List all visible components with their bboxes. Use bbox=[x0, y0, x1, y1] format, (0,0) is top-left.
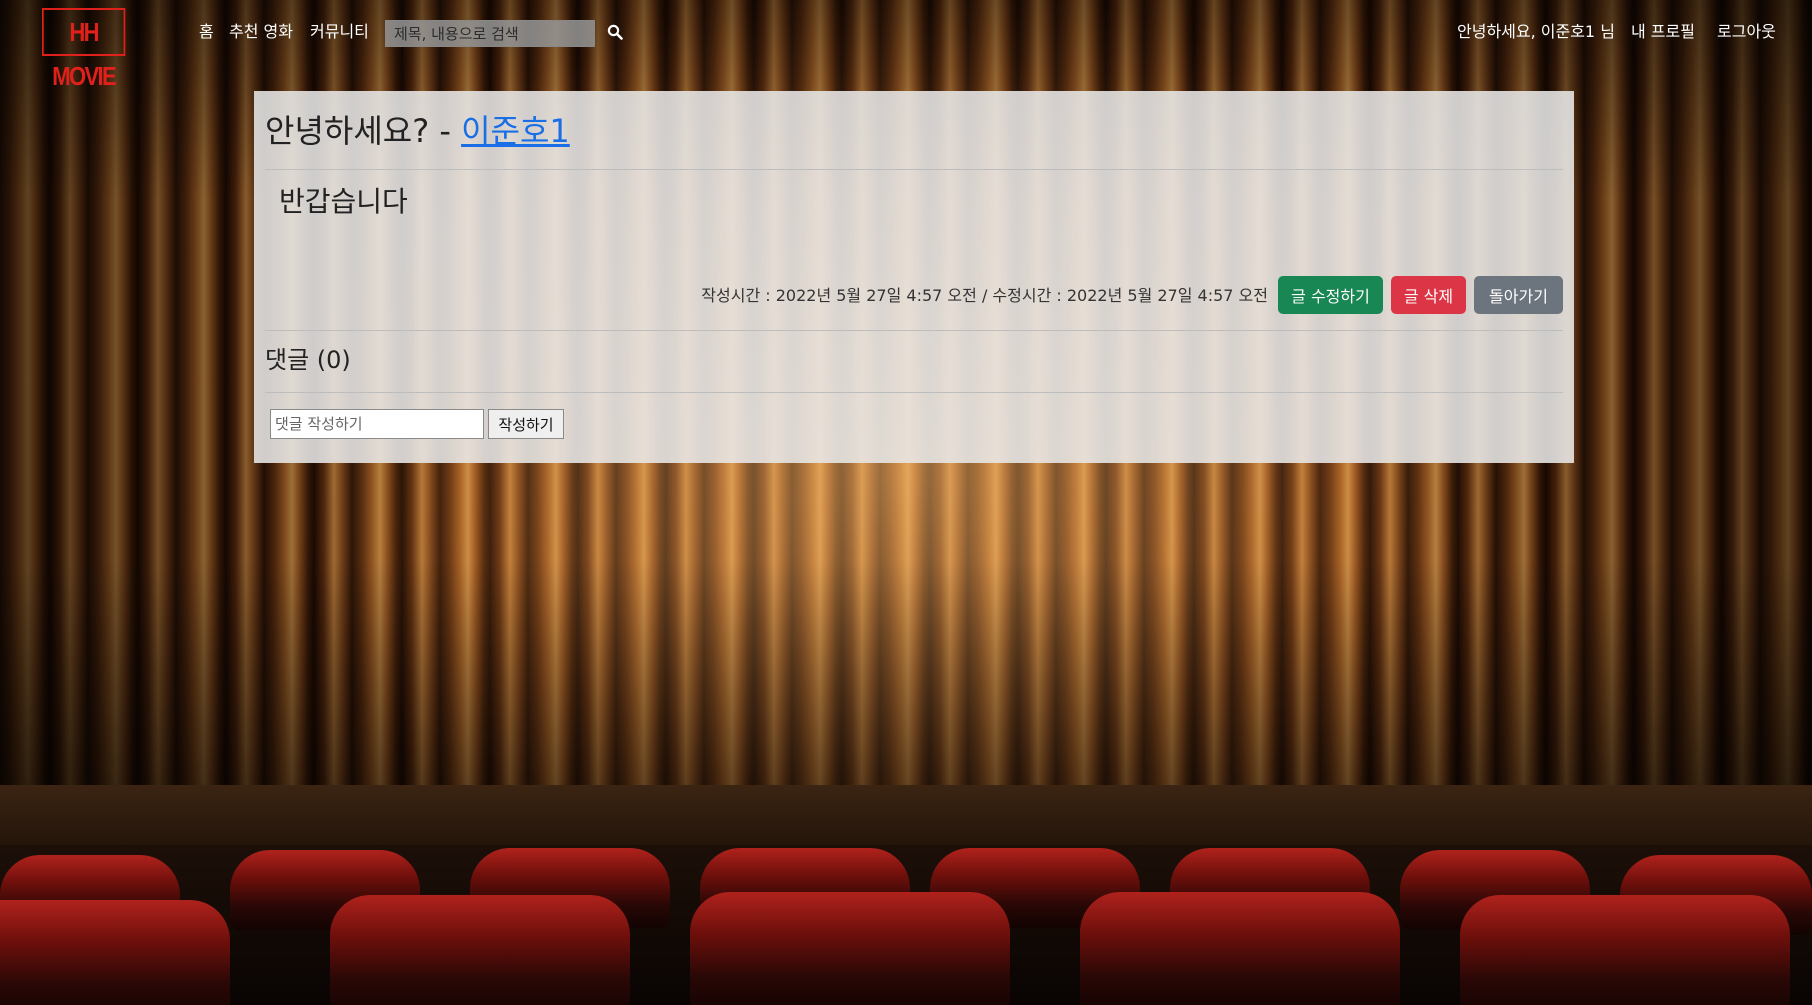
nav-recommended-link[interactable]: 추천 영화 bbox=[229, 20, 293, 44]
nav-logout-link[interactable]: 로그아웃 bbox=[1717, 20, 1776, 44]
post-detail-panel: 안녕하세요? - 이준호1 반갑습니다 작성시간 : 2022년 5월 27일 … bbox=[254, 91, 1574, 463]
seat bbox=[1460, 895, 1790, 1005]
delete-post-button[interactable]: 글 삭제 bbox=[1391, 276, 1466, 314]
comment-submit-button[interactable]: 작성하기 bbox=[488, 409, 564, 439]
back-button[interactable]: 돌아가기 bbox=[1474, 276, 1563, 314]
seat bbox=[0, 900, 230, 1005]
post-body: 반갑습니다 bbox=[279, 185, 408, 218]
top-navbar: HH MOVIE 홈 추천 영화 커뮤니티 안녕하세요, 이준호1 님 내 프로… bbox=[0, 0, 1812, 91]
post-title: 안녕하세요? - 이준호1 bbox=[265, 111, 570, 151]
brand-logo[interactable]: HH MOVIE bbox=[42, 8, 126, 91]
post-timestamps: 작성시간 : 2022년 5월 27일 4:57 오전 / 수정시간 : 202… bbox=[701, 286, 1268, 305]
stage-floor bbox=[0, 785, 1812, 845]
divider bbox=[265, 330, 1563, 331]
nav-home-link[interactable]: 홈 bbox=[199, 20, 214, 44]
user-greeting: 안녕하세요, 이준호1 님 bbox=[1457, 22, 1615, 41]
search-icon bbox=[607, 24, 623, 40]
comment-input[interactable] bbox=[270, 409, 484, 439]
nav-community-link[interactable]: 커뮤니티 bbox=[310, 20, 369, 44]
seat bbox=[330, 895, 630, 1005]
search-button[interactable] bbox=[604, 22, 626, 44]
search-input[interactable] bbox=[385, 20, 595, 47]
post-title-text: 안녕하세요? - bbox=[265, 112, 451, 150]
seat bbox=[1080, 892, 1400, 1005]
comments-title: 댓글 (0) bbox=[265, 346, 351, 374]
divider bbox=[265, 169, 1563, 170]
nav-profile-link[interactable]: 내 프로필 bbox=[1631, 20, 1695, 44]
edit-post-button[interactable]: 글 수정하기 bbox=[1278, 276, 1383, 314]
seat bbox=[690, 892, 1010, 1005]
divider bbox=[265, 392, 1563, 393]
author-link[interactable]: 이준호1 bbox=[461, 112, 570, 150]
